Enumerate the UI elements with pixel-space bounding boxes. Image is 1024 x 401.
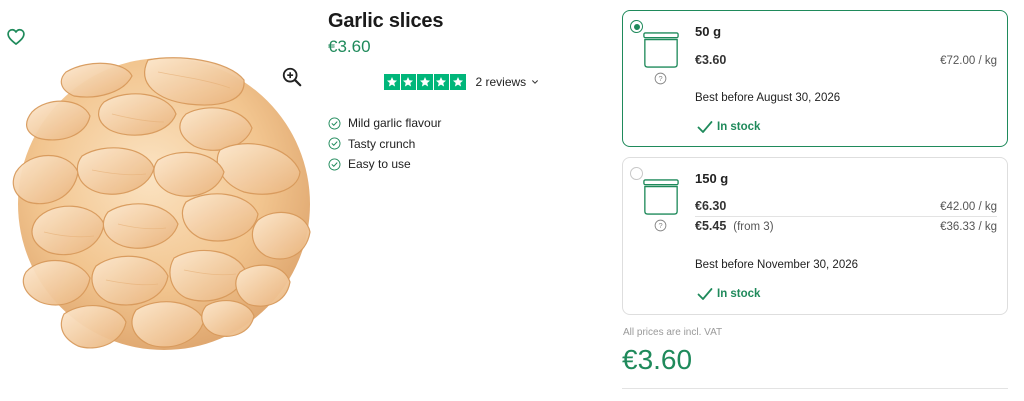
- checkmark-icon: [697, 121, 713, 133]
- variant-weight: 50 g: [695, 24, 722, 39]
- bulk-unit-price: €36.33 / kg: [940, 221, 997, 233]
- check-circle-icon: [328, 137, 341, 150]
- variant-price-row: €6.30 €42.00 / kg: [695, 199, 997, 213]
- variant-option-50g[interactable]: ? 50 g €3.60 €72.00 / kg Best before Aug…: [622, 10, 1008, 147]
- best-before: Best before August 30, 2026: [695, 92, 841, 104]
- rating-summary[interactable]: 2 reviews: [384, 74, 539, 90]
- variant-option-150g[interactable]: ? 150 g €6.30 €42.00 / kg €5.45 (from 3) …: [622, 157, 1008, 315]
- heart-icon[interactable]: [6, 27, 26, 47]
- feature-list: Mild garlic flavour Tasty crunch Easy to…: [328, 113, 441, 175]
- star-icon: [400, 74, 416, 90]
- star-rating: [384, 74, 466, 90]
- stock-label: In stock: [717, 288, 761, 300]
- variant-price-row: €3.60 €72.00 / kg: [695, 53, 997, 67]
- best-before: Best before November 30, 2026: [695, 259, 859, 271]
- jar-icon: [643, 179, 679, 215]
- check-circle-icon: [328, 117, 341, 130]
- product-price: €3.60: [328, 37, 371, 56]
- help-icon[interactable]: ?: [654, 219, 667, 232]
- check-circle-icon: [328, 158, 341, 171]
- product-title: Garlic slices: [328, 10, 444, 32]
- jar-icon: [643, 32, 679, 68]
- feature-label: Mild garlic flavour: [348, 116, 442, 131]
- variant-unit-price: €42.00 / kg: [940, 201, 997, 213]
- checkmark-icon: [697, 288, 713, 300]
- bulk-price: €5.45: [695, 219, 727, 233]
- chevron-down-icon[interactable]: [531, 78, 539, 86]
- feature-item: Tasty crunch: [328, 134, 441, 155]
- svg-text:?: ?: [658, 74, 662, 83]
- price-divider: [695, 216, 997, 217]
- zoom-in-icon[interactable]: [281, 66, 303, 88]
- variant-weight: 150 g: [695, 171, 729, 186]
- star-icon: [450, 74, 466, 90]
- bulk-price-row: €5.45 (from 3) €36.33 / kg: [695, 219, 997, 233]
- feature-label: Tasty crunch: [348, 136, 416, 151]
- variant-price: €6.30: [695, 199, 727, 213]
- star-icon: [433, 74, 449, 90]
- variant-price: €3.60: [695, 53, 727, 67]
- stock-status: In stock: [697, 287, 760, 301]
- svg-text:?: ?: [658, 221, 662, 230]
- star-icon: [384, 74, 400, 90]
- star-icon: [417, 74, 433, 90]
- total-price: €3.60: [622, 344, 693, 375]
- bulk-note: (from 3): [733, 221, 774, 233]
- feature-label: Easy to use: [348, 157, 411, 172]
- reviews-link[interactable]: 2 reviews: [476, 75, 527, 89]
- feature-item: Mild garlic flavour: [328, 113, 441, 134]
- variant-unit-price: €72.00 / kg: [940, 55, 997, 67]
- product-image: [12, 57, 311, 350]
- stock-label: In stock: [717, 121, 761, 133]
- stock-status: In stock: [697, 120, 760, 134]
- vat-note: All prices are incl. VAT: [623, 327, 723, 338]
- feature-item: Easy to use: [328, 154, 441, 175]
- section-divider: [622, 388, 1008, 389]
- help-icon[interactable]: ?: [654, 72, 667, 85]
